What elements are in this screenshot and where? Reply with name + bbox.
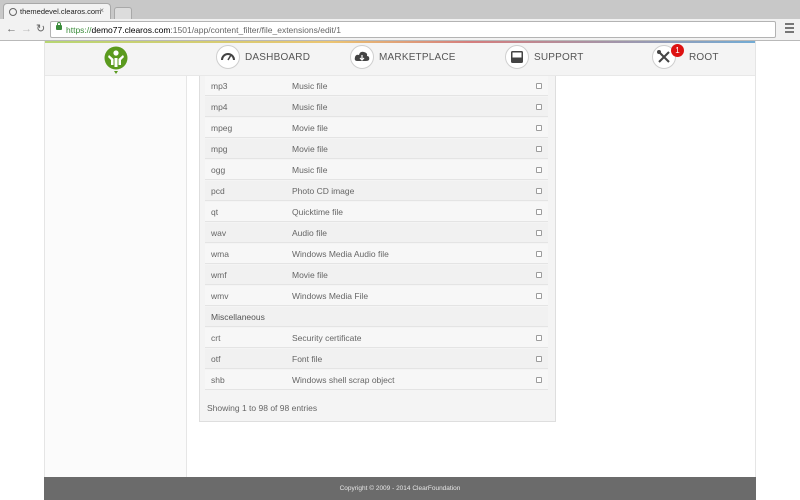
table-row: qt Quicktime file <box>205 202 548 222</box>
forward-arrow-icon[interactable]: → <box>21 23 32 35</box>
enable-checkbox[interactable] <box>536 104 542 110</box>
nav-marketplace-label: MARKETPLACE <box>379 52 456 63</box>
description-cell: Music file <box>292 81 328 91</box>
table-row: mpeg Movie file <box>205 118 548 138</box>
extension-cell: wmf <box>211 270 227 280</box>
enable-checkbox[interactable] <box>536 251 542 257</box>
extension-cell: ogg <box>211 165 226 175</box>
description-cell: Photo CD image <box>292 186 355 196</box>
cloud-download-icon <box>350 45 374 69</box>
url-path: :1501/app/content_filter/file_extensions… <box>170 25 342 35</box>
clearos-logo-icon[interactable] <box>103 46 129 76</box>
browser-tab-strip: themedevel.clearos.com × <box>0 0 800 19</box>
group-label: Miscellaneous <box>211 312 265 322</box>
enable-checkbox[interactable] <box>536 356 542 362</box>
enable-checkbox[interactable] <box>536 83 542 89</box>
footer-copyright: Copyright © 2009 - 2014 ClearFoundation <box>339 485 461 492</box>
enable-checkbox[interactable] <box>536 167 542 173</box>
tab-close-icon[interactable]: × <box>99 6 104 15</box>
extension-cell: mpg <box>211 144 228 154</box>
reload-icon[interactable]: ↻ <box>36 23 45 35</box>
table-row: ogg Music file <box>205 160 548 180</box>
notification-badge[interactable]: 1 <box>671 44 684 57</box>
description-cell: Movie file <box>292 270 328 280</box>
back-arrow-icon[interactable]: ← <box>6 23 17 35</box>
table-row: wma Windows Media Audio file <box>205 244 548 264</box>
enable-checkbox[interactable] <box>536 377 542 383</box>
enable-checkbox[interactable] <box>536 293 542 299</box>
url-text: https://demo77.clearos.com:1501/app/cont… <box>66 25 341 35</box>
description-cell: Windows Media Audio file <box>292 249 389 259</box>
nav-support-label: SUPPORT <box>534 52 584 63</box>
table-group-row: Miscellaneous <box>205 307 548 327</box>
description-cell: Music file <box>292 165 328 175</box>
enable-checkbox[interactable] <box>536 146 542 152</box>
extension-cell: crt <box>211 333 221 343</box>
table-row: wmf Movie file <box>205 265 548 285</box>
description-cell: Quicktime file <box>292 207 344 217</box>
header-accent-bar <box>45 41 755 43</box>
url-domain: demo77.clearos.com <box>91 25 171 35</box>
description-cell: Movie file <box>292 144 328 154</box>
enable-checkbox[interactable] <box>536 209 542 215</box>
extension-cell: pcd <box>211 186 225 196</box>
browser-toolbar: ← → ↻ https://demo77.clearos.com:1501/ap… <box>0 19 800 41</box>
table-row: wav Audio file <box>205 223 548 243</box>
table-row: crt Security certificate <box>205 328 548 348</box>
description-cell: Font file <box>292 354 323 364</box>
extension-cell: mpeg <box>211 123 233 133</box>
browser-menu-icon[interactable] <box>785 23 794 35</box>
table-row: mpg Movie file <box>205 139 548 159</box>
enable-checkbox[interactable] <box>536 272 542 278</box>
dashboard-gauge-icon <box>216 45 240 69</box>
left-sidebar <box>45 76 187 477</box>
description-cell: Audio file <box>292 228 327 238</box>
table-entries-info: Showing 1 to 98 of 98 entries <box>207 403 318 413</box>
description-cell: Music file <box>292 102 328 112</box>
address-bar[interactable]: https://demo77.clearos.com:1501/app/cont… <box>50 21 776 38</box>
extension-cell: wav <box>211 228 227 238</box>
extension-cell: wma <box>211 249 229 259</box>
table-row: mp3 Music file <box>205 76 548 96</box>
table-row: shb Windows shell scrap object <box>205 370 548 390</box>
container-right-edge <box>755 41 756 500</box>
browser-tab-title: themedevel.clearos.com <box>20 7 102 16</box>
new-tab-button[interactable] <box>114 7 132 19</box>
lock-icon <box>56 22 62 30</box>
table-row: pcd Photo CD image <box>205 181 548 201</box>
browser-tab[interactable]: themedevel.clearos.com × <box>3 3 111 19</box>
favicon-icon <box>9 8 17 16</box>
description-cell: Security certificate <box>292 333 362 343</box>
enable-checkbox[interactable] <box>536 230 542 236</box>
url-scheme: https:// <box>66 25 92 35</box>
extension-cell: qt <box>211 207 219 217</box>
enable-checkbox[interactable] <box>536 188 542 194</box>
nav-root-label: ROOT <box>689 52 719 63</box>
table-row: wmv Windows Media File <box>205 286 548 306</box>
page-footer: Copyright © 2009 - 2014 ClearFoundation <box>44 477 756 500</box>
description-cell: Windows shell scrap object <box>292 375 395 385</box>
support-box-icon <box>505 45 529 69</box>
table-row: otf Font file <box>205 349 548 369</box>
extension-cell: otf <box>211 354 221 364</box>
extension-cell: wmv <box>211 291 229 301</box>
extension-cell: mp3 <box>211 81 228 91</box>
extension-cell: shb <box>211 375 225 385</box>
description-cell: Windows Media File <box>292 291 369 301</box>
table-row: mp4 Music file <box>205 97 548 117</box>
enable-checkbox[interactable] <box>536 125 542 131</box>
nav-dashboard-label: DASHBOARD <box>245 52 311 63</box>
enable-checkbox[interactable] <box>536 335 542 341</box>
extension-cell: mp4 <box>211 102 228 112</box>
description-cell: Movie file <box>292 123 328 133</box>
